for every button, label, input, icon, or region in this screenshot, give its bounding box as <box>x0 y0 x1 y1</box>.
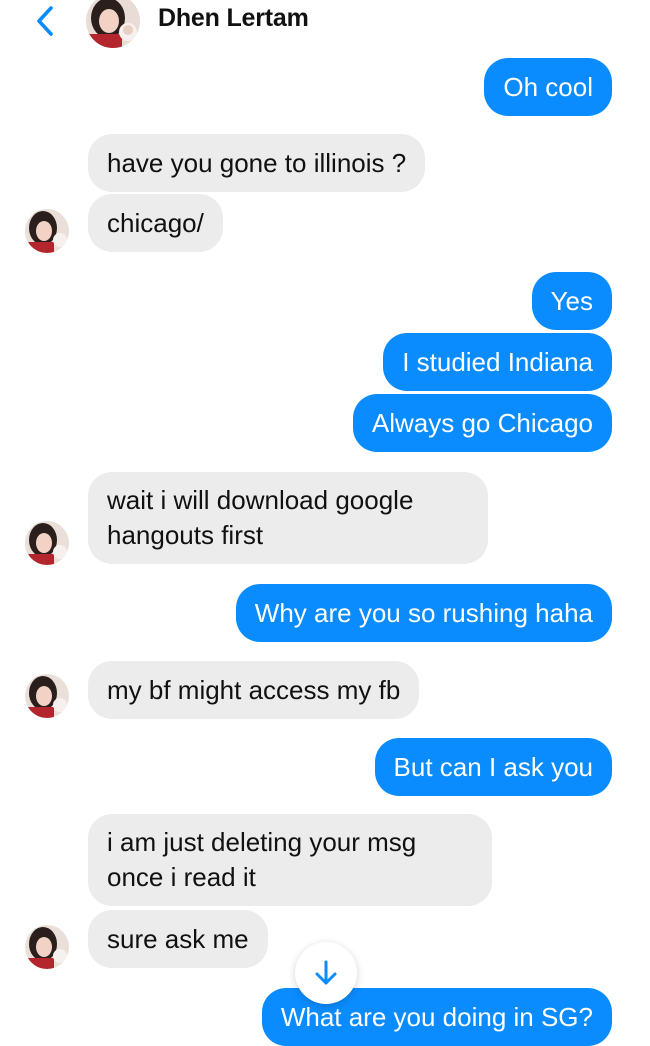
chat-header: Dhen Lertam <box>0 0 650 52</box>
contact-name[interactable]: Dhen Lertam <box>158 4 309 33</box>
arrow-down-icon <box>315 960 337 985</box>
message-outgoing[interactable]: Yes <box>531 272 612 330</box>
message-incoming[interactable]: my bf might access my fb <box>88 661 420 719</box>
chevron-left-icon <box>37 6 53 36</box>
sender-avatar[interactable] <box>25 521 69 565</box>
message-outgoing[interactable]: Oh cool <box>484 58 612 116</box>
sender-avatar[interactable] <box>25 674 69 718</box>
sender-avatar[interactable] <box>25 209 69 253</box>
message-incoming[interactable]: sure ask me <box>88 910 268 968</box>
message-incoming[interactable]: wait i will download google hangouts fir… <box>88 472 488 564</box>
message-incoming[interactable]: chicago/ <box>88 194 223 252</box>
message-outgoing[interactable]: Why are you so rushing haha <box>235 584 612 642</box>
message-outgoing[interactable]: Always go Chicago <box>352 394 612 452</box>
message-outgoing[interactable]: I studied Indiana <box>383 333 612 391</box>
back-button[interactable] <box>30 4 60 38</box>
message-outgoing[interactable]: But can I ask you <box>374 738 612 796</box>
sender-avatar[interactable] <box>25 925 69 969</box>
scroll-to-bottom-button[interactable] <box>295 942 357 1004</box>
contact-avatar[interactable] <box>86 0 140 48</box>
message-incoming[interactable]: i am just deleting your msg once i read … <box>88 814 492 906</box>
message-incoming[interactable]: have you gone to illinois ? <box>88 134 426 192</box>
